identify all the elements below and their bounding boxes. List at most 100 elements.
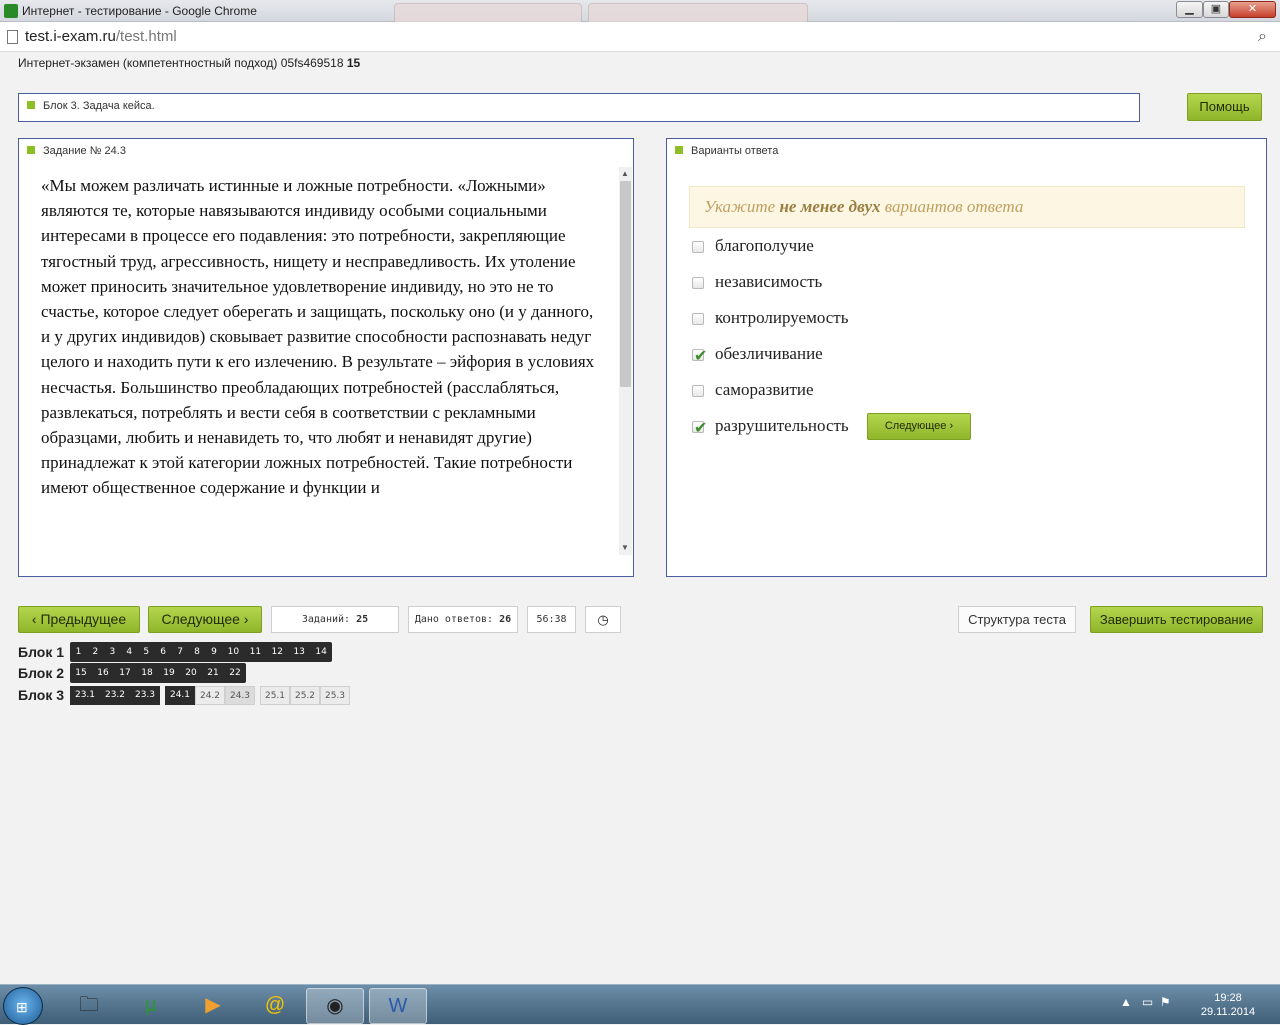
help-button[interactable]: Помощь <box>1187 93 1262 121</box>
question-link[interactable]: 8 <box>189 642 206 662</box>
start-button[interactable]: ⊞ <box>3 987 43 1025</box>
question-link[interactable]: 24.2 <box>195 686 225 705</box>
tasks-count-label: Заданий: <box>301 614 351 625</box>
block-title-text: Блок 3. Задача кейса. <box>43 100 155 112</box>
answers-title: Варианты ответа <box>675 145 778 157</box>
previous-label: Предыдущее <box>40 611 127 627</box>
app-icon <box>4 4 18 18</box>
answers-panel: Варианты ответа Укажите не менее двух ва… <box>666 138 1267 577</box>
address-bar[interactable]: test.i-exam.ru/test.html ⌕ <box>0 22 1280 52</box>
question-link[interactable]: 25.3 <box>320 686 350 705</box>
block-title-panel: Блок 3. Задача кейса. <box>18 93 1140 122</box>
question-link[interactable]: 23.2 <box>100 686 130 705</box>
question-link[interactable]: 14 <box>310 642 332 662</box>
checkbox[interactable] <box>692 241 704 253</box>
network-icon[interactable]: ▭ <box>1142 995 1153 1009</box>
option-label[interactable]: разрушительность <box>715 416 849 436</box>
option-label[interactable]: контролируемость <box>715 308 849 328</box>
scroll-up-icon[interactable]: ▲ <box>621 169 629 178</box>
browser-tab[interactable] <box>394 3 582 22</box>
square-icon <box>27 101 35 109</box>
browser-tab[interactable] <box>588 3 808 22</box>
question-link[interactable]: 6 <box>155 642 172 662</box>
checkmark-icon: ✔ <box>694 418 708 437</box>
flag-icon[interactable]: ⚑ <box>1160 995 1171 1009</box>
scroll-thumb[interactable] <box>620 181 631 387</box>
question-link[interactable]: 23.3 <box>130 686 160 705</box>
close-icon[interactable]: ✕ <box>1229 1 1276 18</box>
question-link[interactable]: 19 <box>158 663 180 683</box>
exam-header-text: Интернет-экзамен (компетентностный подхо… <box>18 56 347 70</box>
task-title-text: Задание № 24.3 <box>43 145 126 157</box>
explorer-icon[interactable]: 🗀 <box>60 988 118 1024</box>
answers-title-text: Варианты ответа <box>691 145 779 157</box>
question-link-current[interactable]: 24.3 <box>225 686 255 705</box>
window-titlebar: Интернет - тестирование - Google Chrome … <box>0 0 1280 22</box>
chrome-icon[interactable]: ◉ <box>306 988 364 1024</box>
question-link[interactable]: 25.1 <box>260 686 290 705</box>
question-link[interactable]: 24.1 <box>165 686 195 705</box>
finish-button[interactable]: Завершить тестирование <box>1090 606 1263 633</box>
utorrent-icon[interactable]: µ <box>122 988 180 1024</box>
question-link[interactable]: 1 <box>70 642 87 662</box>
clock[interactable]: 19:28 29.11.2014 <box>1188 991 1268 1019</box>
answers-count-value: 26 <box>499 614 512 625</box>
task-text: «Мы можем различать истинные и ложные по… <box>41 173 616 571</box>
question-link[interactable]: 11 <box>244 642 266 662</box>
question-link[interactable]: 3 <box>104 642 121 662</box>
next-label: Следующее <box>161 611 240 627</box>
option-label[interactable]: саморазвитие <box>715 380 814 400</box>
block-label: Блок 1 <box>18 644 65 660</box>
word-icon[interactable]: W <box>369 988 427 1024</box>
question-link[interactable]: 2 <box>87 642 104 662</box>
task-text-body: «Мы можем различать истинные и ложные по… <box>41 176 595 498</box>
question-link[interactable]: 7 <box>172 642 189 662</box>
tray-arrow-icon[interactable]: ▲ <box>1120 995 1132 1009</box>
mail-agent-icon[interactable]: @ <box>246 988 304 1024</box>
next-button[interactable]: Следующее › <box>148 606 262 633</box>
question-link[interactable]: 12 <box>266 642 288 662</box>
task-title: Задание № 24.3 <box>27 145 126 157</box>
question-link[interactable]: 22 <box>224 663 246 683</box>
checkbox-checked[interactable]: ✔ <box>692 418 707 437</box>
question-link[interactable]: 16 <box>92 663 114 683</box>
question-link[interactable]: 9 <box>206 642 223 662</box>
maximize-icon[interactable]: ▣ <box>1203 1 1229 18</box>
question-link[interactable]: 23.1 <box>70 686 100 705</box>
next-answer-button[interactable]: Следующее › <box>867 413 971 440</box>
question-link[interactable]: 20 <box>180 663 202 683</box>
question-link[interactable]: 10 <box>222 642 244 662</box>
next-answer-label: Следующее <box>884 420 947 432</box>
question-link[interactable]: 17 <box>114 663 136 683</box>
checkbox[interactable] <box>692 313 704 325</box>
zoom-icon[interactable]: ⌕ <box>1258 28 1267 46</box>
checkbox[interactable] <box>692 385 704 397</box>
clock-icon[interactable]: ◷ <box>585 606 621 633</box>
url-text[interactable]: test.i-exam.ru/test.html <box>25 28 177 45</box>
question-link[interactable]: 4 <box>121 642 138 662</box>
previous-button[interactable]: ‹ Предыдущее <box>18 606 140 633</box>
question-link[interactable]: 5 <box>138 642 155 662</box>
media-player-icon[interactable]: ▶ <box>184 988 242 1024</box>
block-1-questions: 1 2 3 4 5 6 7 8 9 10 11 12 13 14 <box>70 642 332 662</box>
chevron-right-icon: › <box>243 611 249 627</box>
option-label[interactable]: независимость <box>715 272 822 292</box>
system-tray[interactable]: ▲ ▭ ⚑ <box>1120 995 1171 1009</box>
option-label[interactable]: обезличивание <box>715 344 823 364</box>
question-link[interactable]: 21 <box>202 663 224 683</box>
checkbox[interactable] <box>692 277 704 289</box>
url-path: /test.html <box>115 28 177 45</box>
option-label[interactable]: благополучие <box>715 236 814 256</box>
question-link[interactable]: 18 <box>136 663 158 683</box>
minimize-icon[interactable]: ▁ <box>1176 1 1203 18</box>
question-link[interactable]: 15 <box>70 663 92 683</box>
question-link[interactable]: 25.2 <box>290 686 320 705</box>
structure-button[interactable]: Структура теста <box>958 606 1076 633</box>
chevron-right-icon: › <box>949 420 954 432</box>
scrollbar[interactable]: ▲ ▼ <box>619 167 632 555</box>
question-link[interactable]: 13 <box>288 642 310 662</box>
checkbox-checked[interactable]: ✔ <box>692 346 707 365</box>
hint-text-end: вариантов ответа <box>880 197 1024 216</box>
scroll-down-icon[interactable]: ▼ <box>621 543 629 552</box>
task-panel: Задание № 24.3 «Мы можем различать истин… <box>18 138 634 577</box>
